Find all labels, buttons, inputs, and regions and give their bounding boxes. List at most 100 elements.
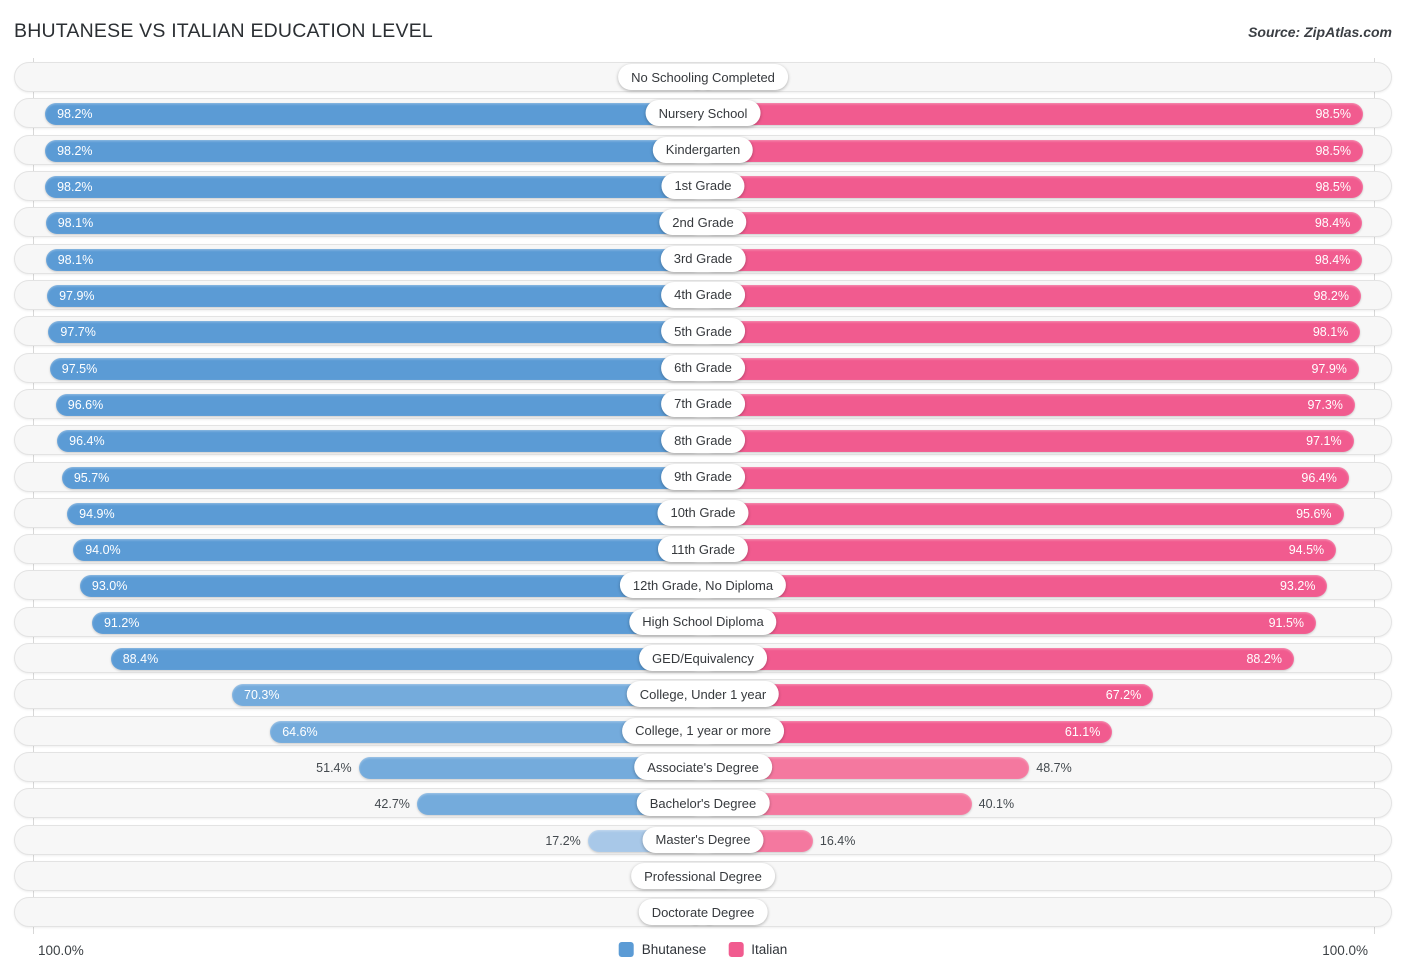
- chart-row: 94.0% 94.5% 11th Grade: [14, 534, 1392, 565]
- chart-row: 88.4% 88.2% GED/Equivalency: [14, 643, 1392, 674]
- bar-bhutanese: 98.2%: [45, 103, 703, 126]
- chart-row: 51.4% 48.7% Associate's Degree: [14, 752, 1392, 783]
- bar-italian: 98.2%: [703, 284, 1361, 307]
- category-label: No Schooling Completed: [618, 64, 788, 90]
- axis-max-left: 100.0%: [38, 943, 84, 958]
- bar-value-bhutanese: 94.9%: [79, 506, 115, 521]
- category-label: Nursery School: [645, 100, 761, 127]
- chart-header: BHUTANESE VS ITALIAN EDUCATION LEVEL Sou…: [0, 0, 1406, 58]
- bar-bhutanese: 98.1%: [45, 248, 703, 271]
- bar-bhutanese: 97.5%: [49, 357, 703, 380]
- bar-value-italian: 98.5%: [1315, 143, 1351, 158]
- bar-value-bhutanese: 93.0%: [91, 579, 128, 594]
- bar-italian: 98.5%: [703, 139, 1363, 162]
- bar-value-bhutanese: 98.2%: [57, 143, 93, 158]
- category-label: Bachelor's Degree: [636, 790, 770, 817]
- bar-value-italian: 98.5%: [1315, 179, 1351, 194]
- chart-row: 96.4% 97.1% 8th Grade: [14, 425, 1392, 456]
- bar-value-bhutanese: 95.7%: [73, 470, 110, 485]
- page-title: BHUTANESE VS ITALIAN EDUCATION LEVEL: [14, 20, 433, 42]
- bar-value-bhutanese: 94.0%: [85, 542, 121, 557]
- category-label: 12th Grade, No Diploma: [619, 572, 787, 599]
- bar-value-bhutanese: 98.2%: [57, 179, 93, 194]
- bar-value-bhutanese: 98.1%: [57, 252, 94, 267]
- category-label: Master's Degree: [642, 826, 764, 853]
- category-label: Professional Degree: [631, 863, 775, 890]
- category-label: 11th Grade: [657, 536, 749, 563]
- chart-row: 98.1% 98.4% 2nd Grade: [14, 207, 1392, 238]
- bar-value-bhutanese: 17.2%: [545, 833, 581, 848]
- bar-value-italian: 16.4%: [819, 833, 856, 848]
- chart-row: 98.2% 98.5% Kindergarten: [14, 134, 1392, 165]
- bar-value-bhutanese: 42.7%: [374, 797, 410, 812]
- category-label: 7th Grade: [661, 390, 745, 417]
- bar-value-italian: 61.1%: [1064, 724, 1101, 739]
- bar-italian: 91.5%: [703, 611, 1317, 634]
- bar-value-bhutanese: 98.1%: [57, 216, 94, 231]
- bar-bhutanese: 91.2%: [91, 611, 703, 634]
- chart-row: 42.7% 40.1% Bachelor's Degree: [14, 788, 1392, 819]
- legend-item: Italian: [728, 942, 787, 957]
- bar-value-italian: 98.4%: [1314, 216, 1351, 231]
- chart-row: 98.2% 98.5% Nursery School: [14, 98, 1392, 129]
- bar-italian: 88.2%: [703, 648, 1294, 671]
- category-label: 10th Grade: [657, 499, 749, 526]
- bar-value-italian: 91.5%: [1268, 615, 1305, 630]
- category-label: 6th Grade: [661, 354, 745, 381]
- bar-value-italian: 48.7%: [1036, 760, 1072, 775]
- category-label: High School Diploma: [629, 608, 777, 635]
- chart-row: 91.2% 91.5% High School Diploma: [14, 606, 1392, 637]
- bar-value-bhutanese: 97.9%: [59, 288, 95, 303]
- bar-italian: 95.6%: [703, 502, 1344, 525]
- bar-value-italian: 67.2%: [1105, 688, 1142, 703]
- bar-value-italian: 96.4%: [1301, 470, 1337, 485]
- bar-value-bhutanese: 64.6%: [282, 724, 318, 739]
- bar-value-bhutanese: 97.7%: [60, 324, 96, 339]
- bar-bhutanese: 96.4%: [57, 430, 703, 453]
- bar-value-bhutanese: 70.3%: [244, 688, 280, 703]
- chart-row: 17.2% 16.4% Master's Degree: [14, 824, 1392, 855]
- bar-value-italian: 88.2%: [1246, 651, 1282, 666]
- bar-value-bhutanese: 91.2%: [103, 615, 140, 630]
- category-label: Doctorate Degree: [638, 899, 768, 926]
- source-attribution: Source: ZipAtlas.com: [1248, 24, 1392, 40]
- bar-value-bhutanese: 96.4%: [69, 433, 105, 448]
- bar-value-bhutanese: 51.4%: [316, 760, 352, 775]
- bar-value-italian: 40.1%: [978, 797, 1015, 812]
- legend-label: Bhutanese: [641, 942, 707, 957]
- chart-row: 98.1% 98.4% 3rd Grade: [14, 243, 1392, 274]
- chart-row: 96.6% 97.3% 7th Grade: [14, 388, 1392, 419]
- bar-bhutanese: 96.6%: [55, 393, 703, 416]
- bar-bhutanese: 98.2%: [45, 139, 703, 162]
- chart-page: BHUTANESE VS ITALIAN EDUCATION LEVEL Sou…: [0, 0, 1406, 975]
- bar-value-italian: 98.2%: [1313, 288, 1349, 303]
- bar-value-italian: 98.5%: [1315, 107, 1351, 122]
- bar-value-bhutanese: 98.2%: [57, 107, 93, 122]
- bar-italian: 98.1%: [703, 321, 1361, 344]
- bar-italian: 97.3%: [703, 393, 1355, 416]
- chart-row: 97.9% 98.2% 4th Grade: [14, 279, 1392, 310]
- chart-row: 93.0% 93.2% 12th Grade, No Diploma: [14, 570, 1392, 601]
- bar-value-italian: 97.9%: [1311, 361, 1347, 376]
- bar-value-bhutanese: 96.6%: [67, 397, 104, 412]
- bar-bhutanese: 94.0%: [73, 539, 703, 562]
- category-label: 8th Grade: [661, 427, 745, 454]
- bar-bhutanese: 93.0%: [79, 575, 703, 598]
- bar-italian: 98.4%: [703, 212, 1363, 235]
- category-label: Kindergarten: [652, 136, 754, 163]
- bar-value-italian: 95.6%: [1296, 506, 1332, 521]
- bar-italian: 98.5%: [703, 103, 1363, 126]
- bar-value-italian: 97.3%: [1307, 397, 1343, 412]
- category-label: 9th Grade: [661, 463, 745, 490]
- category-label: 2nd Grade: [659, 209, 747, 236]
- bar-value-italian: 98.1%: [1312, 324, 1349, 339]
- legend-label: Italian: [751, 942, 788, 957]
- chart-row: 2.3%2.0%Doctorate Degree: [14, 897, 1392, 928]
- bar-italian: 98.5%: [703, 175, 1363, 198]
- chart-row: 5.4%4.8%Professional Degree: [14, 861, 1392, 892]
- diverging-bar-chart: 1.8%1.5%No Schooling Completed 98.2% 98.5%…: [0, 58, 1406, 938]
- category-label: 3rd Grade: [660, 245, 746, 272]
- bar-italian: 94.5%: [703, 539, 1337, 562]
- category-label: GED/Equivalency: [639, 645, 767, 672]
- bar-bhutanese: 88.4%: [110, 648, 703, 671]
